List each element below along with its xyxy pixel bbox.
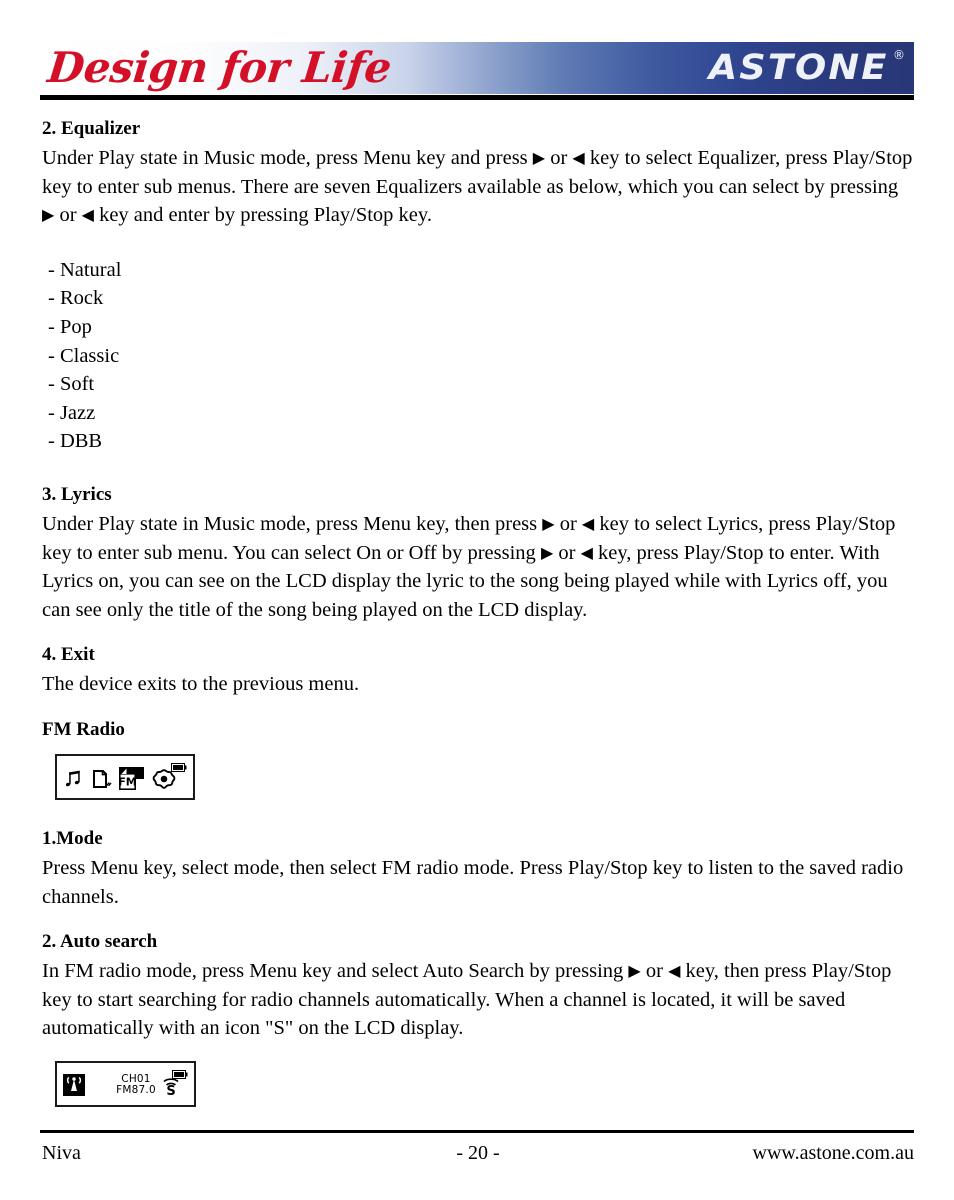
document-page: Design for Life ASTONE ® 2. Equalizer Un… [0, 0, 954, 1200]
arrow-right-icon: ▶ [542, 513, 555, 533]
radio-tower-icon [63, 1073, 85, 1101]
heading-lyrics: 3. Lyrics [42, 483, 112, 505]
footer-page-number: - 20 - [456, 1141, 500, 1164]
page-footer: Niva - 20 - www.astone.com.au [42, 1138, 914, 1168]
heading-mode: 1.Mode [42, 827, 103, 849]
astone-logo-wordmark: ASTONE [708, 48, 889, 88]
paragraph-mode: Press Menu key, select mode, then select… [42, 856, 904, 908]
record-file-icon [92, 768, 112, 795]
tagline-design-for-life: Design for Life [45, 43, 394, 92]
arrow-left-icon: ◀ [581, 513, 595, 533]
arrow-left-icon: ◀ [580, 542, 593, 562]
list-item: - Rock [48, 287, 104, 310]
paragraph-auto-search: In FM radio mode, press Menu key and sel… [42, 957, 914, 1043]
lcd-display-main-menu: FM [55, 753, 195, 800]
fm-radio-icon: FM [118, 764, 144, 795]
astone-logo: ASTONE ® [683, 42, 914, 94]
auto-search-text-1: In FM radio mode, press Menu key and sel… [42, 960, 629, 983]
auto-search-text-2: or [640, 960, 669, 983]
lyrics-text-2: or [554, 512, 582, 535]
arrow-right-icon: ▶ [628, 961, 641, 981]
list-item: - DBB [48, 430, 103, 453]
heading-fm-radio: FM Radio [42, 718, 125, 740]
heading-exit: 4. Exit [42, 644, 95, 666]
header-divider [40, 95, 914, 100]
paragraph-exit: The device exits to the previous menu. [42, 673, 360, 696]
music-note-icon [63, 768, 85, 795]
equalizer-text-5: key and enter by pressing Play/Stop key. [93, 204, 432, 227]
lyrics-text-1: Under Play state in Music mode, press Me… [42, 512, 543, 535]
lyrics-text-4: or [553, 541, 581, 564]
equalizer-text-1: Under Play state in Music mode, press Me… [42, 147, 533, 169]
lcd-menu-icon-row: FM [63, 764, 177, 795]
arrow-right-icon: ▶ [42, 205, 55, 225]
registered-trademark-icon: ® [893, 48, 905, 62]
arrow-left-icon: ◀ [572, 148, 585, 167]
arrow-right-icon: ▶ [532, 148, 546, 167]
arrow-right-icon: ▶ [540, 542, 554, 562]
list-item: - Jazz [48, 401, 96, 424]
settings-gear-icon [151, 768, 177, 795]
signal-s-icon: S [162, 1076, 180, 1101]
footer-product-name: Niva [42, 1141, 81, 1164]
list-item: - Classic [48, 344, 120, 367]
paragraph-equalizer: Under Play state in Music mode, press Me… [42, 144, 914, 230]
list-item: - Soft [48, 373, 95, 396]
equalizer-text-2: or [545, 147, 573, 169]
arrow-left-icon: ◀ [668, 961, 681, 981]
arrow-left-icon: ◀ [81, 205, 94, 225]
footer-website: www.astone.com.au [752, 1141, 914, 1164]
paragraph-lyrics: Under Play state in Music mode, press Me… [42, 510, 914, 624]
svg-text:FM: FM [119, 775, 137, 788]
footer-divider [40, 1130, 914, 1133]
list-item: - Pop [48, 315, 92, 338]
heading-equalizer: 2. Equalizer [42, 118, 141, 139]
lcd-display-fm-channel: CH01 FM87.0 S [55, 1060, 196, 1107]
equalizer-text-4: or [54, 204, 82, 227]
list-item: - Natural [48, 258, 122, 281]
equalizer-preset-list: - Natural - Rock - Pop - Classic - Soft … [42, 256, 914, 456]
heading-auto-search: 2. Auto search [42, 931, 158, 953]
svg-text:S: S [166, 1084, 175, 1096]
document-content: 2. Equalizer Under Play state in Music m… [42, 116, 914, 1107]
